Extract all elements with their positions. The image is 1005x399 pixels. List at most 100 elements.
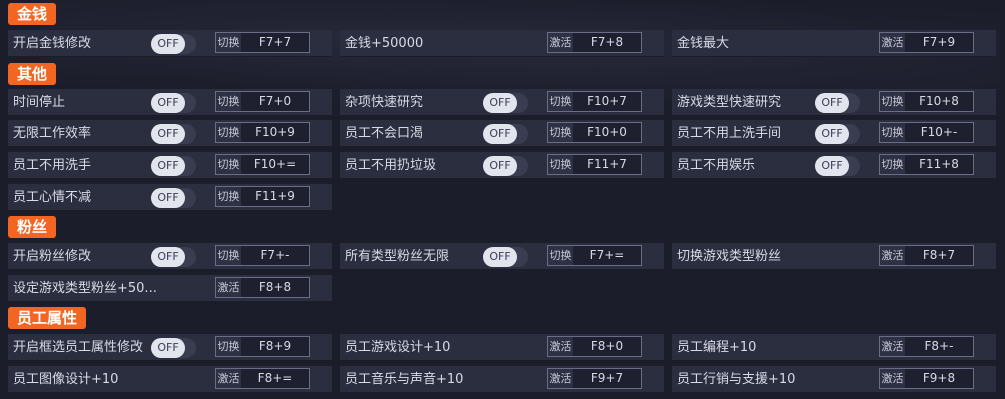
hotkey-key: F7+0 xyxy=(258,94,292,108)
cheat-label: 员工不用洗手 xyxy=(13,158,92,173)
hotkey-key: F7+8 xyxy=(590,35,624,49)
toggle-knob: OFF xyxy=(483,124,517,144)
hotkey-box[interactable]: 切换 F10+- xyxy=(879,122,974,143)
hotkey-key: F7+- xyxy=(260,248,290,262)
cheat-toggle[interactable]: OFF xyxy=(815,124,860,144)
cheat-row-staff-graphics: 员工图像设计+10 激活 F8+= xyxy=(8,366,332,393)
hotkey-action: 切换 xyxy=(216,92,241,111)
cheat-label: 员工音乐与声音+10 xyxy=(345,372,464,387)
toggle-knob: OFF xyxy=(815,156,849,176)
hotkey-box[interactable]: 切换 F7+= xyxy=(547,245,642,266)
hotkey-box[interactable]: 切换 F11+9 xyxy=(215,186,310,207)
toggle-knob: OFF xyxy=(151,93,185,113)
hotkey-action: 切换 xyxy=(216,155,241,174)
hotkey-box[interactable]: 切换 F7+0 xyxy=(215,91,310,112)
cheat-toggle[interactable]: OFF xyxy=(151,34,196,54)
hotkey-box[interactable]: 激活 F7+8 xyxy=(547,32,642,53)
hotkey-box[interactable]: 切换 F7+- xyxy=(215,245,310,266)
cheat-row-all-fans-unlimited: 所有类型粉丝无限 OFF 切换 F7+= xyxy=(340,243,664,270)
hotkey-action: 激活 xyxy=(880,337,905,356)
cheat-label: 所有类型粉丝无限 xyxy=(345,249,450,264)
cheat-toggle[interactable]: OFF xyxy=(815,156,860,176)
cheat-label: 员工编程+10 xyxy=(677,340,757,355)
cheat-row-staff-music-sound: 员工音乐与声音+10 激活 F9+7 xyxy=(340,366,664,393)
hotkey-action: 切换 xyxy=(216,33,241,52)
hotkey-box[interactable]: 切换 F10+0 xyxy=(547,122,642,143)
hotkey-box[interactable]: 激活 F7+9 xyxy=(879,32,974,53)
cheat-label: 杂项快速研究 xyxy=(345,95,424,110)
cheat-row-time-stop: 时间停止 OFF 切换 F7+0 xyxy=(8,89,332,116)
cheat-toggle[interactable]: OFF xyxy=(483,93,528,113)
cheat-label: 开启金钱修改 xyxy=(13,36,92,51)
hotkey-action: 切换 xyxy=(548,123,573,142)
hotkey-key: F7+7 xyxy=(258,35,292,49)
cheat-toggle[interactable]: OFF xyxy=(483,156,528,176)
hotkey-box[interactable]: 激活 F8+0 xyxy=(547,336,642,357)
cheat-label: 员工不用上洗手间 xyxy=(677,126,782,141)
cheat-toggle[interactable]: OFF xyxy=(151,247,196,267)
cheat-label: 员工不用娱乐 xyxy=(677,158,756,173)
hotkey-box[interactable]: 切换 F11+8 xyxy=(879,154,974,175)
cheat-row-staff-marketing: 员工行销与支援+10 激活 F9+8 xyxy=(672,366,996,393)
cheat-row-money-toggle: 开启金钱修改 OFF 切换 F7+7 xyxy=(8,30,332,57)
hotkey-box[interactable]: 切换 F7+7 xyxy=(215,32,310,53)
hotkey-box[interactable]: 切换 F8+9 xyxy=(215,336,310,357)
hotkey-box[interactable]: 激活 F8+7 xyxy=(879,245,974,266)
toggle-knob: OFF xyxy=(151,338,185,358)
cheat-toggle[interactable]: OFF xyxy=(151,156,196,176)
hotkey-action: 激活 xyxy=(548,369,573,388)
cheat-toggle[interactable]: OFF xyxy=(483,124,528,144)
hotkey-key: F8+0 xyxy=(590,339,624,353)
cheat-toggle[interactable]: OFF xyxy=(483,247,528,267)
cheat-row-mood-no-decrease: 员工心情不减 OFF 切换 F11+9 xyxy=(8,184,332,211)
toggle-knob: OFF xyxy=(151,124,185,144)
hotkey-action: 激活 xyxy=(216,278,241,297)
hotkey-box[interactable]: 激活 F9+8 xyxy=(879,368,974,389)
hotkey-key: F9+8 xyxy=(922,371,956,385)
cheat-label: 金钱+50000 xyxy=(345,36,424,51)
cheat-toggle[interactable]: OFF xyxy=(151,124,196,144)
hotkey-action: 切换 xyxy=(216,337,241,356)
hotkey-box[interactable]: 激活 F8+8 xyxy=(215,277,310,298)
cheat-label: 时间停止 xyxy=(13,95,66,110)
cheat-row-no-thirst: 员工不会口渴 OFF 切换 F10+0 xyxy=(340,120,664,147)
cheat-label: 开启粉丝修改 xyxy=(13,249,92,264)
hotkey-box[interactable]: 切换 F10+9 xyxy=(215,122,310,143)
hotkey-action: 激活 xyxy=(880,33,905,52)
toggle-knob: OFF xyxy=(151,247,185,267)
toggle-knob: OFF xyxy=(815,124,849,144)
toggle-knob: OFF xyxy=(815,93,849,113)
hotkey-key: F10+0 xyxy=(587,125,627,139)
hotkey-key: F8+- xyxy=(924,339,954,353)
section-header-staff: 员工属性 xyxy=(8,307,87,329)
cheat-toggle[interactable]: OFF xyxy=(151,338,196,358)
cheat-label: 无限工作效率 xyxy=(13,126,92,141)
hotkey-key: F10+8 xyxy=(919,94,959,108)
cheat-label: 设定游戏类型粉丝+50... xyxy=(13,281,157,296)
cheat-row-unlimited-efficiency: 无限工作效率 OFF 切换 F10+9 xyxy=(8,120,332,147)
hotkey-box[interactable]: 切换 F10+7 xyxy=(547,91,642,112)
hotkey-key: F8+= xyxy=(257,371,293,385)
cheat-label: 金钱最大 xyxy=(677,36,730,51)
hotkey-key: F10+- xyxy=(920,125,958,139)
toggle-knob: OFF xyxy=(483,247,517,267)
hotkey-box[interactable]: 切换 F11+7 xyxy=(547,154,642,175)
toggle-knob: OFF xyxy=(483,93,517,113)
hotkey-action: 切换 xyxy=(880,123,905,142)
hotkey-action: 激活 xyxy=(548,33,573,52)
hotkey-box[interactable]: 激活 F8+- xyxy=(879,336,974,357)
cheat-toggle[interactable]: OFF xyxy=(151,93,196,113)
hotkey-box[interactable]: 激活 F9+7 xyxy=(547,368,642,389)
cheat-row-staff-attr-toggle: 开启框选员工属性修改 OFF 切换 F8+9 xyxy=(8,334,332,361)
hotkey-key: F11+7 xyxy=(587,157,627,171)
hotkey-box[interactable]: 激活 F8+= xyxy=(215,368,310,389)
cheat-row-fans-toggle: 开启粉丝修改 OFF 切换 F7+- xyxy=(8,243,332,270)
hotkey-box[interactable]: 切换 F10+8 xyxy=(879,91,974,112)
cheat-toggle[interactable]: OFF xyxy=(151,188,196,208)
toggle-knob: OFF xyxy=(151,188,185,208)
hotkey-action: 激活 xyxy=(880,369,905,388)
hotkey-key: F10+= xyxy=(253,157,297,171)
hotkey-box[interactable]: 切换 F10+= xyxy=(215,154,310,175)
hotkey-key: F7+= xyxy=(589,248,625,262)
cheat-toggle[interactable]: OFF xyxy=(815,93,860,113)
